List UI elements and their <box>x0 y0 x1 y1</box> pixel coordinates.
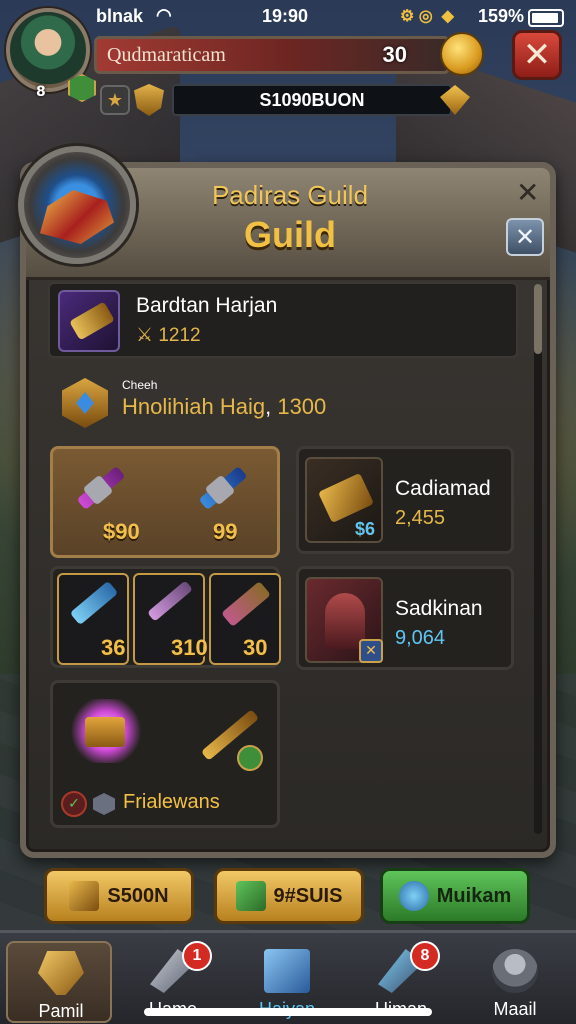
profile-icon <box>492 949 538 993</box>
carrier-name: blnak <box>96 6 144 26</box>
action-button-1[interactable]: S500N <box>44 868 194 924</box>
currency-field: S1090BUON <box>172 84 452 116</box>
chest-icon <box>264 949 310 993</box>
scrollbar-thumb[interactable] <box>534 284 542 354</box>
slot-value-2: 310 <box>171 635 208 660</box>
card-value: 9,064 <box>395 627 446 649</box>
tab-pamil[interactable]: Pamil <box>6 941 112 1023</box>
notification-badge: 1 <box>182 941 212 971</box>
action-button-1-label: S500N <box>107 884 169 907</box>
action-button-3-label: Muikam <box>436 884 512 907</box>
action-buttons: S500N 9#SUIS Muikam <box>44 868 534 928</box>
item-value: ⚔ 1212 <box>136 325 201 346</box>
horn-icon <box>69 881 100 911</box>
purple-axe-icon <box>67 459 129 521</box>
tab-label: Maail <box>493 999 537 1019</box>
guild-subtitle: Guild <box>244 214 336 255</box>
player-level: 8 <box>36 84 46 100</box>
gold-coin-icon <box>440 32 484 76</box>
blue-axe-icon <box>189 459 251 521</box>
list-item-hnolihiah[interactable]: Cheeh Hnolihiah Haig, 1300 <box>58 374 498 434</box>
shield-icon <box>134 84 164 116</box>
card-name: Sadkinan <box>395 597 483 620</box>
currency-bar: ★ S1090BUON <box>100 82 470 118</box>
card-frialewans[interactable]: ✓ Frialewans <box>50 680 280 828</box>
card-name: Cadiamad <box>395 477 491 500</box>
action-button-2[interactable]: 9#SUIS <box>214 868 364 924</box>
item-title: Bardtan Harjan <box>136 294 278 317</box>
star-icon[interactable]: ★ <box>100 85 130 115</box>
card-value-left: $90 <box>103 519 140 544</box>
panel-corner-icon: ✕ <box>516 176 540 209</box>
wifi-icon: ◠ <box>156 5 172 25</box>
panel-close-button[interactable]: ✕ <box>506 218 544 256</box>
card-value: 2,455 <box>395 507 446 529</box>
action-button-3[interactable]: Muikam <box>380 868 530 924</box>
hero-portrait-icon: ✕ <box>305 577 383 663</box>
player-name-bar: Qudmaraticam 30 <box>94 36 450 74</box>
card-label: Frialewans <box>123 791 220 813</box>
key-icon <box>398 881 429 911</box>
list-item-bardtan[interactable]: Bardtan Harjan ⚔ 1212 <box>48 282 518 358</box>
status-bar: blnak ◠ 19:90 ⚙ ◎ ◆ 159% <box>0 0 576 34</box>
action-button-2-label: 9#SUIS <box>273 884 343 907</box>
gold-count: 30 <box>382 42 407 67</box>
tab-maail[interactable]: Maail <box>462 941 568 1023</box>
cube-icon <box>93 793 115 815</box>
status-icons: ⚙ ◎ ◆ <box>400 8 454 25</box>
clock: 19:90 <box>262 6 309 26</box>
tab-label: Pamil <box>38 1001 84 1021</box>
check-icon: ✓ <box>61 791 87 817</box>
close-button[interactable]: ✕ <box>512 30 562 80</box>
slot-value-3: 30 <box>243 635 268 660</box>
weapon-card-pair[interactable]: $90 99 <box>50 446 280 558</box>
battery-icon <box>528 9 564 27</box>
anvil-icon <box>38 951 84 995</box>
card-cadiamad[interactable]: $6 Cadiamad 2,455 <box>296 446 514 554</box>
weapon-card-trio[interactable]: 36 310 30 <box>50 566 281 668</box>
home-indicator[interactable] <box>144 1008 432 1016</box>
item-title: Hnolihiah Haig, 1300 <box>122 394 327 419</box>
weapon-icon <box>58 290 120 352</box>
card-value-right: 99 <box>213 519 238 544</box>
leaf-sword-icon <box>235 881 266 911</box>
guild-title: Padiras Guild <box>211 180 369 210</box>
notification-badge: 8 <box>410 941 440 971</box>
guild-badge-icon <box>62 378 108 428</box>
scrollbar[interactable] <box>534 284 542 834</box>
player-name: Qudmaraticam <box>107 43 226 66</box>
battery-percent: 159% <box>478 6 525 26</box>
card-sadkinan[interactable]: ✕ Sadkinan 9,064 <box>296 566 514 670</box>
staff-icon <box>191 699 265 773</box>
item-caption: Cheeh <box>122 378 158 392</box>
card-badge: $6 <box>355 519 376 539</box>
magic-chest-icon <box>69 699 143 763</box>
slot-value-1: 36 <box>101 635 126 660</box>
